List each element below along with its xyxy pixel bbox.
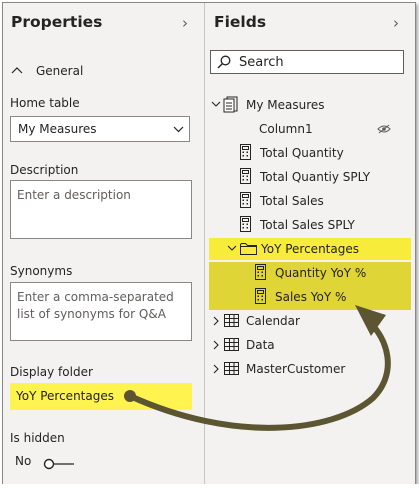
torn-edge: [0, 484, 419, 498]
annotation-arrow: [124, 305, 391, 431]
app-frame: Properties › General Home table My Measu…: [2, 2, 416, 486]
